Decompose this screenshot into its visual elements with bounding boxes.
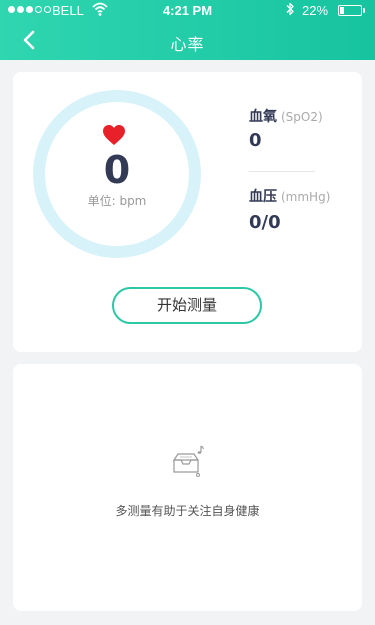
- heart-rate-value: 0: [103, 148, 131, 192]
- spo2-value: 0: [249, 130, 262, 151]
- header: BELL 4:21 PM 22% 心率: [0, 0, 375, 60]
- blood-pressure-unit: (mmHg): [281, 190, 331, 204]
- heart-rate-screen: BELL 4:21 PM 22% 心率 0 单位: bpm 血氧 (SpO2) …: [0, 0, 375, 625]
- blood-pressure-label-text: 血压: [249, 189, 277, 205]
- metric-divider: [249, 171, 315, 172]
- blood-pressure-value: 0/0: [249, 212, 281, 233]
- heart-icon: [103, 125, 125, 145]
- empty-state-text: 多测量有助于关注自身健康: [115, 504, 260, 518]
- history-card: 多测量有助于关注自身健康: [13, 364, 362, 611]
- start-measurement-button[interactable]: 开始测量: [112, 287, 262, 324]
- spo2-unit: (SpO2): [281, 110, 323, 124]
- blood-pressure-label: 血压 (mmHg): [249, 186, 330, 206]
- battery-icon: [338, 5, 362, 16]
- battery-fill: [340, 7, 344, 14]
- spo2-label-text: 血氧: [249, 109, 277, 125]
- nav-bar: 心率: [0, 20, 375, 60]
- empty-inbox-icon: [172, 445, 204, 477]
- spo2-label: 血氧 (SpO2): [249, 106, 323, 126]
- battery-percent: 22%: [302, 3, 329, 18]
- bluetooth-icon: [286, 2, 294, 16]
- heart-rate-unit: 单位: bpm: [87, 194, 147, 208]
- measurement-card: 0 单位: bpm 血氧 (SpO2) 0 血压 (mmHg) 0/0 开始测量: [13, 72, 362, 352]
- page-title: 心率: [170, 35, 205, 54]
- battery-tip: [363, 8, 365, 13]
- status-bar: BELL 4:21 PM 22%: [0, 0, 375, 20]
